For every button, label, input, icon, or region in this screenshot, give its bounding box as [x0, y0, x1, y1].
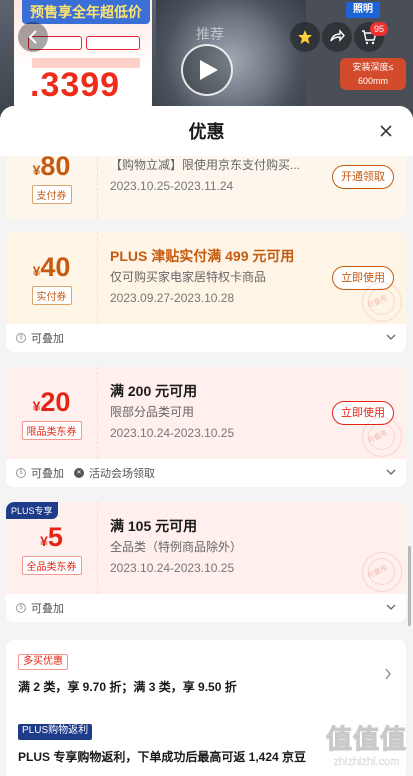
venue-label: 活动会场领取: [89, 468, 155, 480]
watermark: 值值值 zhizhizhi.com: [325, 719, 407, 769]
watermark-logo: 值值值: [325, 724, 407, 755]
coupon-footer[interactable]: $ 可叠加: [6, 324, 406, 352]
coupon-amount: ¥ 40: [32, 251, 71, 282]
depth-info-box: 安装深度≤ 600mm: [340, 58, 406, 90]
coupon-card: ¥ 80 支付券 【购物立减】限使用京东支付购买... 2023.10.25-2…: [6, 156, 406, 220]
share-icon: [330, 29, 345, 42]
coupon-desc: 限部分品类可用: [110, 405, 195, 419]
close-icon: [380, 125, 392, 137]
tab-recommend[interactable]: 推荐: [196, 24, 224, 44]
chevron-left-icon: [28, 30, 37, 44]
depth-info-line2: 600mm: [357, 76, 388, 86]
coupon-title: 满 105 元可用: [110, 518, 198, 534]
multi-buy-promo[interactable]: 多买优惠 满 2 类，享 9.70 折；满 3 类，享 9.50 折: [6, 640, 406, 706]
promo-label: PLUS购物返利: [18, 724, 93, 740]
stackable-stamp: 可叠用: [362, 417, 402, 457]
promo-label: 多买优惠: [18, 654, 68, 670]
back-button[interactable]: [18, 22, 48, 52]
coupon-footer[interactable]: $ 可叠加 ✕ 活动会场领取: [6, 459, 406, 487]
chevron-right-icon: [385, 668, 391, 680]
sheet-header: 优惠: [0, 106, 413, 156]
scrollbar[interactable]: [408, 546, 411, 626]
coupon-card: PLUS专享 ¥ 5 全品类东券 满 105 元可用 全品类（特例商品除外） 2…: [6, 502, 406, 622]
coupon-desc: 仅可购买家电家居特权卡商品: [110, 270, 267, 284]
coupon-title: 满 200 元可用: [110, 383, 198, 399]
star-icon: [298, 30, 312, 44]
play-button[interactable]: [181, 44, 233, 96]
coupon-desc: 全品类（特例商品除外）: [110, 540, 243, 554]
stackable-label: 可叠加: [31, 333, 64, 345]
follow-button[interactable]: [290, 22, 320, 52]
promo-text: PLUS 专享购物返利，下单成功后最高可返 1,424 京豆: [18, 750, 307, 764]
coupon-amount: ¥ 20: [32, 386, 71, 417]
coupon-type-tag: 支付券: [31, 184, 72, 204]
coupon-type-tag: 限品类东券: [21, 420, 82, 440]
share-button[interactable]: [322, 22, 352, 52]
promo-price: .3399: [30, 66, 121, 104]
product-image: [156, 0, 306, 110]
coupon-list[interactable]: ¥ 80 支付券 【购物立减】限使用京东支付购买... 2023.10.25-2…: [0, 156, 413, 776]
coupon-type-tag: 实付券: [31, 285, 72, 305]
stackable-icon: $: [16, 603, 26, 613]
coupon-amount: ¥ 80: [32, 156, 71, 181]
promo-text: 满 2 类，享 9.70 折；满 3 类，享 9.50 折: [18, 680, 237, 694]
depth-info-line1: 安装深度≤: [352, 62, 394, 72]
coupon-type-tag: 全品类东券: [21, 555, 82, 575]
coupon-amount: ¥ 5: [40, 521, 63, 552]
discount-sheet: 优惠 ¥ 80 支付券 【购物立减】限使用京东支付购买... 2023.10.2…: [0, 106, 413, 776]
venue-icon: ✕: [74, 468, 84, 478]
coupon-card: ¥ 40 实付券 PLUS 津贴实付满 499 元可用 仅可购买家电家居特权卡商…: [6, 232, 406, 352]
coupon-desc: 【购物立减】限使用京东支付购买...: [110, 158, 301, 172]
stackable-label: 可叠加: [31, 603, 64, 615]
watermark-url: zhizhizhi.com: [333, 756, 400, 768]
brand-badge: 照明: [346, 2, 380, 18]
coupon-title: PLUS 津贴实付满 499 元可用: [110, 248, 295, 264]
close-button[interactable]: [377, 122, 395, 140]
stackable-icon: $: [16, 468, 26, 478]
claim-coupon-button[interactable]: 开通领取: [332, 165, 394, 189]
play-icon: [200, 60, 218, 80]
coupon-footer[interactable]: $ 可叠加: [6, 594, 406, 622]
stackable-stamp: 可叠用: [362, 552, 402, 592]
stackable-icon: $: [16, 333, 26, 343]
chevron-down-icon[interactable]: [386, 333, 396, 341]
promo-tag: [86, 36, 140, 50]
stackable-stamp: 可叠用: [362, 282, 402, 322]
promo-banner: 预售享全年超低价: [22, 0, 150, 24]
chevron-down-icon[interactable]: [386, 603, 396, 611]
chevron-down-icon[interactable]: [386, 468, 396, 476]
stackable-label: 可叠加: [31, 468, 64, 480]
sheet-title: 优惠: [188, 122, 225, 142]
product-video-area: 预售享全年超低价 .3399 照明 推荐 安装深度≤ 600mm 95: [0, 0, 413, 120]
coupon-card: ¥ 20 限品类东券 满 200 元可用 限部分品类可用 2023.10.24-…: [6, 367, 406, 487]
cart-count-badge: 95: [370, 22, 388, 36]
